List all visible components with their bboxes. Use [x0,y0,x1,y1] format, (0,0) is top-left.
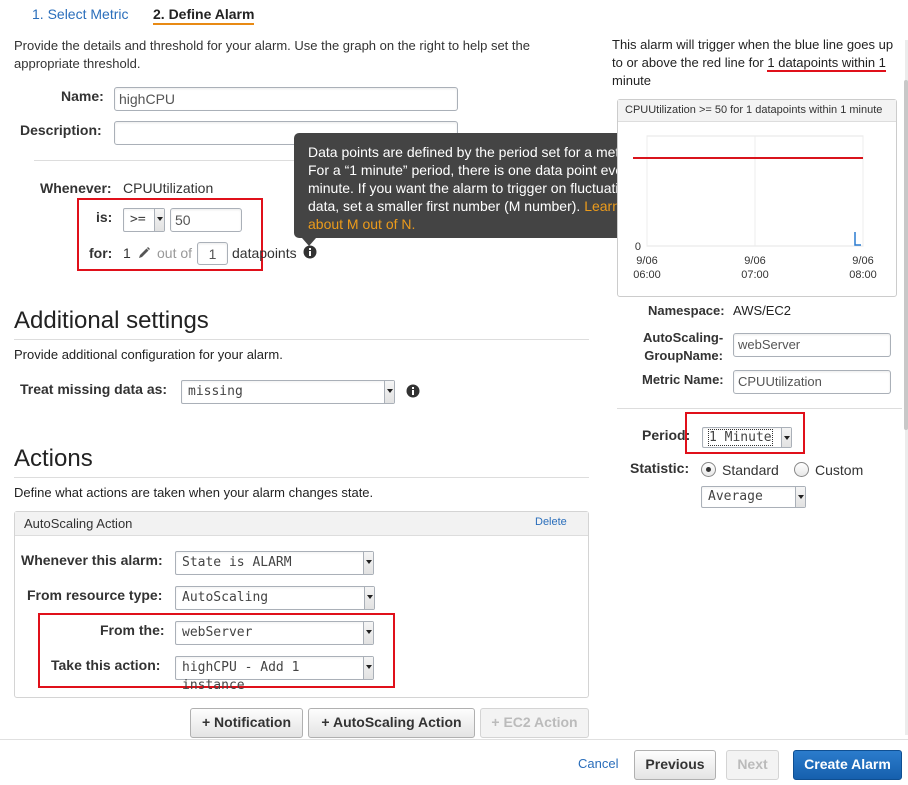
metric-name-label: Metric Name: [642,372,724,387]
pencil-icon[interactable] [137,246,151,260]
asg-label: AutoScaling- GroupName: [643,329,723,365]
add-autoscaling-action-button[interactable]: + AutoScaling Action [308,708,475,738]
operator-value: >= [130,212,146,227]
asg-label-line-1: AutoScaling- [643,330,724,345]
cancel-link[interactable]: Cancel [578,756,618,771]
period-value: 1 Minute [708,429,773,446]
previous-button[interactable]: Previous [634,750,716,780]
intro-text: Provide the details and threshold for yo… [14,37,594,73]
intro-line-1: Provide the details and threshold for yo… [14,38,530,53]
whenever-label: Whenever: [40,180,112,196]
standard-radio[interactable] [701,462,716,477]
resource-type-select[interactable]: AutoScaling [175,586,375,610]
chevron-down-icon [363,622,373,644]
datapoints-m-value: 1 [123,245,131,261]
chevron-down-icon [781,428,791,447]
delete-link[interactable]: Delete [535,516,567,528]
asg-input[interactable]: webServer [733,333,891,357]
take-action-label: Take this action: [51,657,161,673]
chevron-down-icon [384,381,394,403]
additional-settings-heading: Additional settings [14,307,209,334]
whenever-metric: CPUUtilization [123,180,214,196]
right-scrollbar-thumb[interactable] [904,80,908,430]
resource-type-value: AutoScaling [182,590,269,605]
chart-svg: 9/06 06:00 9/06 07:00 9/06 08:00 0 [633,135,877,281]
custom-radio[interactable] [794,462,809,477]
trigger-description: This alarm will trigger when the blue li… [612,36,902,90]
chart-title: CPUUtilization >= 50 for 1 datapoints wi… [625,104,883,116]
trigger-text-a: This alarm will trigger when the blue li… [612,37,894,52]
asg-label-line-2: GroupName: [644,348,723,363]
namespace-label: Namespace: [648,303,725,318]
info-icon[interactable] [303,245,317,259]
datapoints-n-input[interactable]: 1 [197,242,228,265]
trigger-text-c: minute [612,73,652,88]
standard-label: Standard [722,462,779,478]
missing-data-label: Treat missing data as: [20,381,168,397]
trigger-text-highlight: 1 datapoints within 1 [767,55,886,72]
period-select[interactable]: 1 Minute [702,427,792,448]
from-group-value: webServer [182,625,253,640]
whenever-alarm-label: Whenever this alarm: [21,552,163,568]
threshold-input[interactable]: 50 [170,208,242,232]
series-line [854,232,861,246]
x-tick-time: 08:00 [849,269,877,281]
chevron-down-icon [363,552,373,574]
x-tick-date: 9/06 [744,255,765,267]
chevron-down-icon [363,657,373,679]
from-group-select[interactable]: webServer [175,621,374,645]
footer-divider [0,739,908,740]
statistic-select[interactable]: Average [701,486,806,508]
tab-select-metric[interactable]: 1. Select Metric [32,6,128,22]
x-tick-time: 06:00 [633,269,661,281]
x-tick-time: 07:00 [741,269,769,281]
heading-divider [14,339,589,340]
next-button[interactable]: Next [726,750,779,780]
chevron-down-icon [795,487,805,507]
chevron-down-icon [154,209,164,231]
intro-line-2: appropriate threshold. [14,56,141,71]
name-label: Name: [61,88,104,104]
additional-settings-desc: Provide additional configuration for you… [14,347,283,362]
x-tick-date: 9/06 [636,255,657,267]
statistic-value: Average [708,489,763,504]
missing-data-select[interactable]: missing [181,380,395,404]
period-label: Period: [642,427,691,443]
y-tick-label: 0 [635,241,641,253]
panel-title: AutoScaling Action [24,516,133,531]
for-label: for: [89,245,113,261]
description-label: Description: [20,122,102,138]
x-tick-date: 9/06 [852,255,873,267]
name-input[interactable]: highCPU [114,87,458,111]
take-action-select[interactable]: highCPU - Add 1 instance [175,656,374,693]
metric-name-input[interactable]: CPUUtilization [733,370,891,394]
add-notification-button[interactable]: + Notification [190,708,303,738]
out-of-label: out of [157,245,193,261]
resource-type-label: From resource type: [27,587,163,603]
custom-label: Custom [815,462,864,478]
namespace-value: AWS/EC2 [733,303,792,318]
from-label: From the: [100,622,165,638]
alarm-state-value: State is ALARM [182,555,292,570]
create-alarm-button[interactable]: Create Alarm [793,750,902,780]
tab-define-alarm[interactable]: 2. Define Alarm [153,6,255,25]
trigger-text-b: to or above the red line for [612,55,768,70]
chevron-down-icon [364,587,374,609]
divider [34,160,294,161]
heading-divider [14,477,589,478]
alarm-state-select[interactable]: State is ALARM [175,551,374,575]
add-ec2-action-button[interactable]: + EC2 Action [480,708,589,738]
missing-data-value: missing [188,384,243,399]
operator-select[interactable]: >= [123,208,165,232]
right-divider [617,408,902,409]
actions-heading: Actions [14,445,93,472]
info-icon[interactable] [406,384,420,398]
statistic-label: Statistic: [630,460,690,476]
datapoints-label: datapoints [232,245,297,261]
actions-desc: Define what actions are taken when your … [14,485,374,500]
is-label: is: [96,209,113,225]
